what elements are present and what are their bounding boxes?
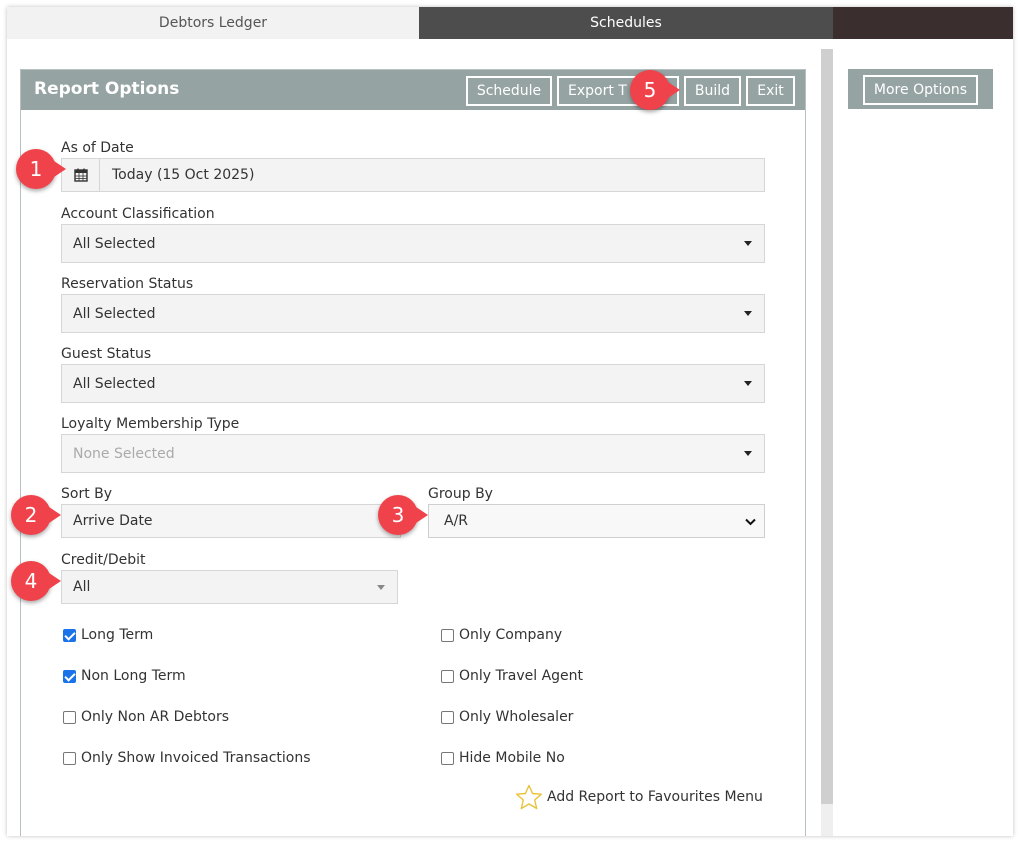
add-to-favourites-link[interactable]: Add Report to Favourites Menu [515,784,763,810]
as-of-date-field[interactable]: Today (15 Oct 2025) [61,158,765,192]
reservation-status-label: Reservation Status [61,276,194,292]
group-by-select[interactable]: A/R [428,504,765,538]
guest-status-value: All Selected [73,375,156,392]
only-non-ar-debtors-label: Only Non AR Debtors [81,709,230,725]
only-wholesaler-option[interactable]: Only Wholesaler [441,709,573,725]
callout-badge-2: 2 [11,495,61,535]
credit-debit-value: All [73,579,91,595]
callout-badge-4: 4 [11,561,61,601]
tab-debtors-ledger[interactable]: Debtors Ledger [7,7,419,39]
guest-status-select[interactable]: All Selected [61,364,765,403]
schedule-button[interactable]: Schedule [466,76,552,106]
hide-mobile-no-option[interactable]: Hide Mobile No [441,750,565,766]
only-non-ar-debtors-checkbox[interactable] [63,710,76,724]
scrollbar-thumb[interactable] [821,49,833,804]
loyalty-membership-type-label: Loyalty Membership Type [61,416,240,432]
account-classification-value: All Selected [73,235,156,252]
caret-down-icon [744,451,752,456]
sort-by-label: Sort By [61,486,113,502]
tab-schedules[interactable]: Schedules [419,7,833,39]
loyalty-membership-type-value: None Selected [73,445,175,462]
non-long-term-option[interactable]: Non Long Term [63,668,186,684]
group-by-value: A/R [444,513,469,529]
scrollbar-track[interactable] [821,804,833,836]
exit-button[interactable]: Exit [746,76,795,106]
reservation-status-value: All Selected [73,305,156,322]
as-of-date-value: Today (15 Oct 2025) [112,167,255,183]
only-show-invoiced-option[interactable]: Only Show Invoiced Transactions [63,750,311,766]
panel-header: Report Options Schedule Export T Build E… [21,70,805,110]
panel-title: Report Options [34,79,180,99]
sort-by-select[interactable]: Arrive Date [61,504,401,538]
only-show-invoiced-label: Only Show Invoiced Transactions [81,750,311,766]
account-classification-label: Account Classification [61,206,215,222]
caret-down-icon [744,381,752,386]
group-by-label: Group By [428,486,493,502]
account-classification-select[interactable]: All Selected [61,224,765,263]
hide-mobile-no-checkbox[interactable] [441,751,454,765]
chevron-down-icon [745,518,756,526]
only-non-ar-debtors-option[interactable]: Only Non AR Debtors [63,709,229,725]
callout-badge-1: 1 [16,149,66,189]
only-company-label: Only Company [459,627,563,643]
only-show-invoiced-checkbox[interactable] [63,751,76,765]
app-frame: Debtors Ledger Schedules Report Options … [7,7,1013,836]
calendar-button[interactable] [62,159,100,191]
credit-debit-select[interactable]: All [61,570,398,604]
callout-badge-5: 5 [630,70,680,110]
as-of-date-label: As of Date [61,140,134,156]
long-term-label: Long Term [81,627,154,643]
right-panel-header: More Options [848,69,993,109]
only-wholesaler-label: Only Wholesaler [459,709,574,725]
caret-down-icon [377,585,385,590]
only-wholesaler-checkbox[interactable] [441,710,454,724]
only-travel-agent-label: Only Travel Agent [459,668,584,684]
build-button[interactable]: Build [684,76,741,106]
caret-down-icon [744,241,752,246]
loyalty-membership-type-select[interactable]: None Selected [61,434,765,473]
caret-down-icon [744,311,752,316]
only-company-option[interactable]: Only Company [441,627,562,643]
only-company-checkbox[interactable] [441,628,454,642]
hide-mobile-no-label: Hide Mobile No [459,750,565,766]
reservation-status-select[interactable]: All Selected [61,294,765,333]
report-options-panel: Report Options Schedule Export T Build E… [20,69,806,836]
tab-bar-filler [833,7,1013,39]
credit-debit-label: Credit/Debit [61,552,146,568]
calendar-icon [73,168,88,182]
callout-badge-3: 3 [378,495,428,535]
star-outline-icon [516,784,542,810]
more-options-button[interactable]: More Options [863,75,978,105]
guest-status-label: Guest Status [61,346,152,362]
add-to-favourites-label: Add Report to Favourites Menu [547,789,763,805]
only-travel-agent-checkbox[interactable] [441,669,454,683]
non-long-term-label: Non Long Term [81,668,186,684]
non-long-term-checkbox[interactable] [63,669,76,683]
only-travel-agent-option[interactable]: Only Travel Agent [441,668,583,684]
long-term-option[interactable]: Long Term [63,627,153,643]
sort-by-value: Arrive Date [73,513,153,529]
long-term-checkbox[interactable] [63,628,76,642]
